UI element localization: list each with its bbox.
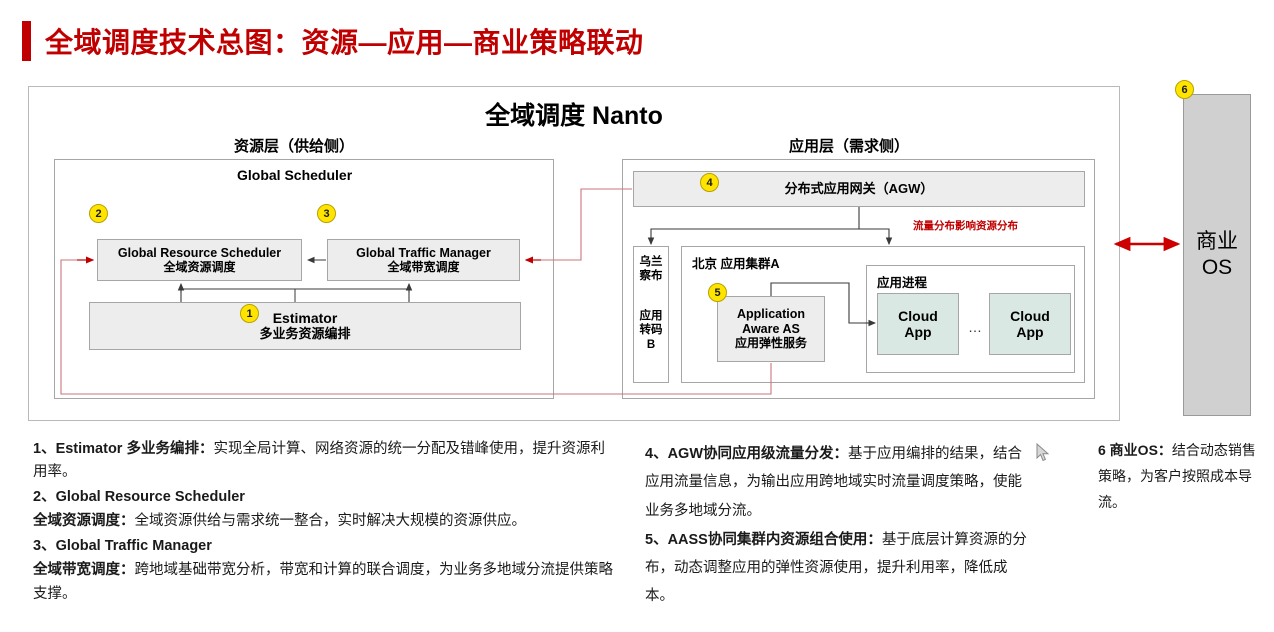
commercial-os-link-arrow <box>1113 236 1181 252</box>
wulanchabu-line1: 乌兰 <box>639 256 663 268</box>
note-item: 全域资源调度：全域资源供给与需求统一整合，实时解决大规模的资源供应。 <box>33 510 613 533</box>
cloud-app-2-line1: Cloud <box>1010 307 1050 324</box>
note-bold: 全域资源调度： <box>33 513 135 530</box>
note-bold: 6 商业OS： <box>1098 442 1172 458</box>
page-title-bar: 全域调度技术总图：资源—应用—商业策略联动 <box>0 18 644 64</box>
note-bold: 2、Global Resource Scheduler <box>33 488 245 505</box>
wulanchabu-box[interactable]: 乌兰 察布 应用 转码 B <box>633 246 669 383</box>
badge-5[interactable]: 5 <box>708 283 727 302</box>
note-bold: 3、Global Traffic Manager <box>33 537 212 554</box>
global-traffic-manager-box[interactable]: Global Traffic Manager 全域带宽调度 <box>327 239 520 281</box>
note-item: 1、Estimator 多业务编排：实现全局计算、网络资源的统一分配及错峰使用，… <box>33 438 613 485</box>
commercial-os-box[interactable]: 商业 OS <box>1183 94 1251 416</box>
badge-3[interactable]: 3 <box>317 204 336 223</box>
gtm-cn-label: 全域带宽调度 <box>387 259 460 274</box>
estimator-en-label: Estimator <box>272 310 338 327</box>
title-accent-bar <box>22 21 31 61</box>
estimator-box[interactable]: Estimator 多业务资源编排 <box>89 302 521 350</box>
aas-en-line2: Aware AS <box>742 321 800 336</box>
note-item: 6 商业OS：结合动态销售策略，为客户按照成本导流。 <box>1098 438 1258 516</box>
cloud-app-box-1[interactable]: Cloud App <box>877 293 959 355</box>
badge-6[interactable]: 6 <box>1175 80 1194 99</box>
commercial-os-line1: 商业 <box>1196 229 1238 253</box>
notes-column-3: 6 商业OS：结合动态销售策略，为客户按照成本导流。 <box>1098 438 1258 517</box>
cloud-app-2-line2: App <box>1016 324 1044 340</box>
aas-en-line1: Application <box>736 307 806 322</box>
red-annotation-text: 流量分布影响资源分布 <box>913 220 1018 232</box>
notes-column-2: 4、AGW协同应用级流量分发：基于应用编排的结果，结合应用流量信息，为输出应用跨… <box>645 440 1035 612</box>
application-layer-caption: 应用层（需求侧） <box>789 138 910 155</box>
aas-cn-label: 应用弹性服务 <box>734 336 807 351</box>
gtm-en-label: Global Traffic Manager <box>356 245 491 260</box>
global-scheduler-label: Global Scheduler <box>237 167 353 183</box>
wulanchabu-line5: B <box>646 338 656 351</box>
estimator-cn-label: 多业务资源编排 <box>259 326 351 342</box>
agw-label: 分布式应用网关（AGW） <box>784 181 934 197</box>
note-item: 4、AGW协同应用级流量分发：基于应用编排的结果，结合应用流量信息，为输出应用跨… <box>645 440 1035 525</box>
cluster-a-label: 北京 应用集群A <box>692 257 780 271</box>
note-item: 3、Global Traffic Manager <box>33 535 613 558</box>
badge-4[interactable]: 4 <box>700 173 719 192</box>
note-rest: 全域资源供给与需求统一整合，实时解决大规模的资源供应。 <box>134 513 527 530</box>
commercial-os-line2: OS <box>1201 256 1233 279</box>
grs-en-label: Global Resource Scheduler <box>117 245 282 260</box>
diagram-main-title: 全域调度 Nanto <box>485 102 663 130</box>
wulanchabu-line3: 应用 <box>639 310 663 322</box>
resource-layer-caption: 资源层（供给侧） <box>234 138 355 155</box>
wulanchabu-line2: 察布 <box>639 270 663 283</box>
diagram-frame: 全域调度 Nanto 资源层（供给侧） 应用层（需求侧） Global Sche… <box>28 86 1120 421</box>
badge-1[interactable]: 1 <box>240 304 259 323</box>
cloud-app-1-line1: Cloud <box>898 307 938 324</box>
app-process-label: 应用进程 <box>877 276 928 290</box>
page-title: 全域调度技术总图：资源—应用—商业策略联动 <box>45 27 644 58</box>
application-aware-as-box[interactable]: Application Aware AS 应用弹性服务 <box>717 296 825 362</box>
note-item: 全域带宽调度：跨地域基础带宽分析，带宽和计算的联合调度，为业务多地域分流提供策略… <box>33 559 613 606</box>
note-bold: 4、AGW协同应用级流量分发： <box>645 446 848 462</box>
grs-cn-label: 全域资源调度 <box>163 259 236 274</box>
cloud-app-1-line2: App <box>904 324 932 340</box>
cloud-app-ellipsis: … <box>968 319 982 335</box>
note-bold: 1、Estimator 多业务编排： <box>33 441 214 457</box>
note-item: 2、Global Resource Scheduler <box>33 486 613 509</box>
note-item: 5、AASS协同集群内资源组合使用：基于底层计算资源的分布，动态调整应用的弹性资… <box>645 526 1035 611</box>
wulanchabu-line4: 转码 <box>639 324 663 337</box>
global-resource-scheduler-box[interactable]: Global Resource Scheduler 全域资源调度 <box>97 239 302 281</box>
mouse-cursor <box>1036 443 1050 462</box>
cloud-app-box-2[interactable]: Cloud App <box>989 293 1071 355</box>
note-bold: 5、AASS协同集群内资源组合使用： <box>645 531 882 548</box>
notes-column-1: 1、Estimator 多业务编排：实现全局计算、网络资源的统一分配及错峰使用，… <box>33 438 613 607</box>
badge-2[interactable]: 2 <box>89 204 108 223</box>
note-bold: 全域带宽调度： <box>33 562 135 579</box>
